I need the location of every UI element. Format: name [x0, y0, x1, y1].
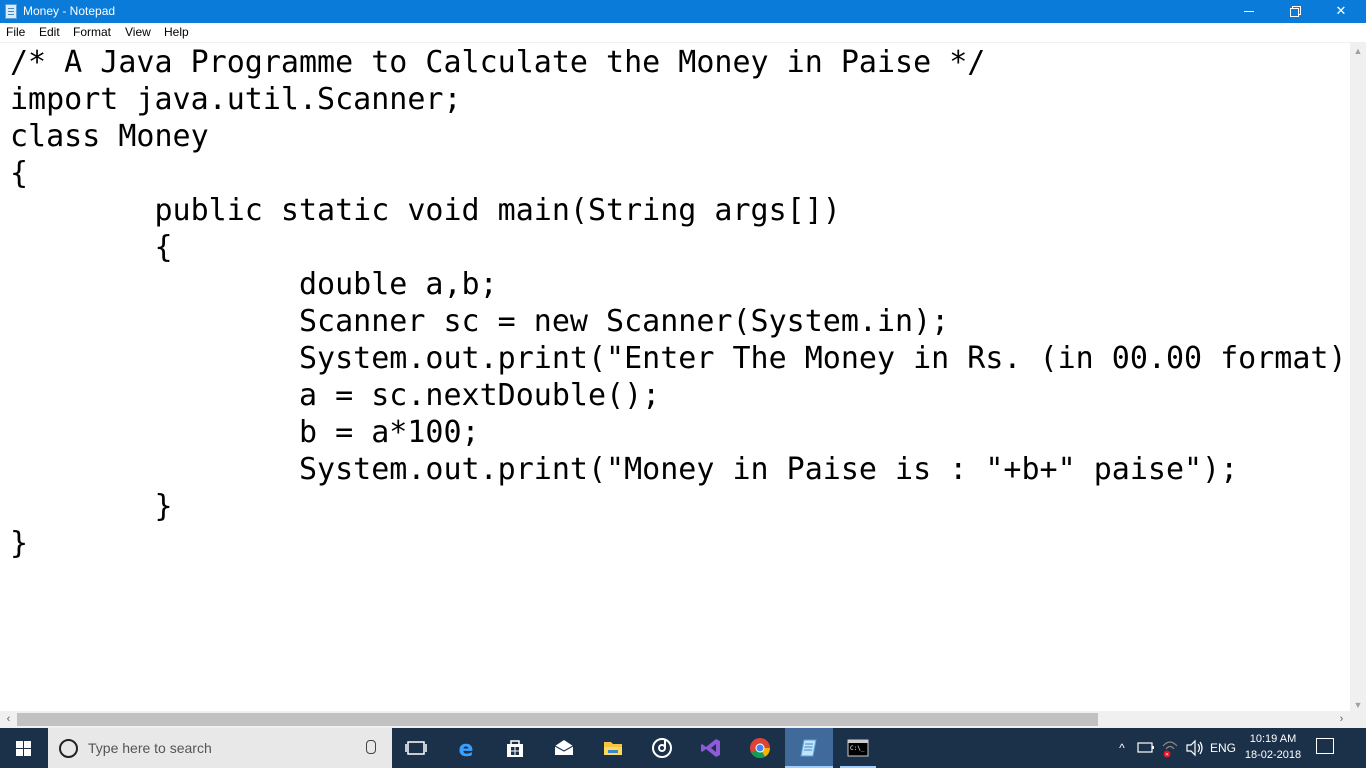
groove-music-button[interactable] [638, 728, 686, 768]
taskbar: Type here to search e C:\_ ^ ✕ ENG 10:19… [0, 728, 1366, 768]
notepad-taskbar-button[interactable] [785, 728, 833, 768]
code-line: System.out.print("Money in Paise is : "+… [10, 452, 1239, 487]
battery-icon[interactable] [1136, 728, 1156, 768]
task-view-button[interactable] [392, 728, 440, 768]
cortana-icon [59, 739, 78, 758]
windows-logo-icon [16, 741, 32, 756]
file-explorer-button[interactable] [589, 728, 637, 768]
code-line: double a,b; [10, 267, 498, 302]
restore-button[interactable] [1272, 0, 1318, 23]
svg-text:C:\_: C:\_ [850, 745, 865, 752]
minimize-icon [1244, 11, 1254, 12]
code-line: { [10, 230, 173, 265]
taskbar-search-box[interactable]: Type here to search [48, 728, 392, 768]
code-line: } [10, 526, 29, 561]
groove-music-icon [652, 738, 672, 758]
chrome-icon [750, 738, 771, 759]
scroll-up-icon[interactable]: ▲ [1350, 43, 1366, 59]
horizontal-scroll-thumb[interactable] [17, 713, 1098, 726]
task-view-icon [405, 741, 427, 755]
volume-icon[interactable] [1184, 728, 1206, 768]
mail-icon [554, 740, 574, 755]
close-button[interactable]: ✕ [1318, 0, 1364, 23]
menu-help[interactable]: Help [164, 25, 189, 40]
menu-bar: File Edit Format View Help [0, 23, 1366, 43]
chevron-up-icon: ^ [1119, 741, 1125, 755]
vertical-scrollbar[interactable]: ▲ ▼ [1350, 43, 1366, 713]
command-prompt-icon: C:\_ [847, 739, 869, 757]
notepad-icon [800, 739, 817, 757]
code-line: a = sc.nextDouble(); [10, 378, 661, 413]
store-button[interactable] [491, 728, 539, 768]
title-bar[interactable]: Money - Notepad ✕ [0, 0, 1366, 23]
menu-format[interactable]: Format [73, 25, 111, 40]
search-placeholder: Type here to search [88, 740, 212, 756]
edge-button[interactable]: e [442, 728, 490, 768]
menu-file[interactable]: File [6, 25, 25, 40]
show-hidden-icons-button[interactable]: ^ [1112, 728, 1132, 768]
code-line: class Money [10, 119, 209, 154]
visual-studio-icon [701, 739, 720, 757]
scroll-left-icon[interactable]: ‹ [0, 711, 17, 728]
code-line: public static void main(String args[]) [10, 193, 841, 228]
svg-text:e: e [459, 737, 474, 760]
menu-edit[interactable]: Edit [39, 25, 60, 40]
scrollbar-corner [1350, 711, 1366, 728]
system-clock[interactable]: 10:19 AM 18-02-2018 [1240, 731, 1306, 765]
minimize-button[interactable] [1226, 0, 1272, 23]
svg-text:✕: ✕ [1165, 752, 1169, 758]
network-disconnected-icon[interactable]: ✕ [1160, 728, 1180, 768]
code-line: b = a*100; [10, 415, 480, 450]
code-line: import java.util.Scanner; [10, 82, 462, 117]
menu-view[interactable]: View [125, 25, 151, 40]
edge-icon: e [459, 737, 474, 760]
code-line: /* A Java Programme to Calculate the Mon… [10, 45, 986, 80]
folder-icon [604, 742, 622, 755]
command-prompt-button[interactable]: C:\_ [834, 728, 882, 768]
code-line: { [10, 156, 29, 191]
horizontal-scrollbar[interactable]: ‹ › [0, 711, 1350, 728]
start-button[interactable] [0, 728, 48, 768]
scroll-right-icon[interactable]: › [1333, 711, 1350, 728]
visual-studio-button[interactable] [687, 728, 735, 768]
action-center-icon[interactable] [1316, 738, 1334, 754]
clock-time: 10:19 AM [1249, 733, 1297, 745]
microphone-icon[interactable] [366, 740, 376, 754]
store-bag-icon [507, 740, 523, 757]
mail-button[interactable] [540, 728, 588, 768]
code-line: } [10, 489, 173, 524]
text-editor-area[interactable]: /* A Java Programme to Calculate the Mon… [0, 43, 1350, 713]
language-indicator[interactable]: ENG [1208, 728, 1238, 768]
code-line: System.out.print("Enter The Money in Rs.… [10, 341, 1347, 376]
notepad-window: Money - Notepad ✕ File Edit Format View … [0, 0, 1366, 728]
notepad-app-icon[interactable] [5, 4, 17, 19]
code-line: Scanner sc = new Scanner(System.in); [10, 304, 950, 339]
close-icon: ✕ [1335, 3, 1347, 18]
chrome-button[interactable] [736, 728, 784, 768]
clock-date: 18-02-2018 [1244, 749, 1302, 761]
window-title: Money - Notepad [23, 4, 116, 18]
